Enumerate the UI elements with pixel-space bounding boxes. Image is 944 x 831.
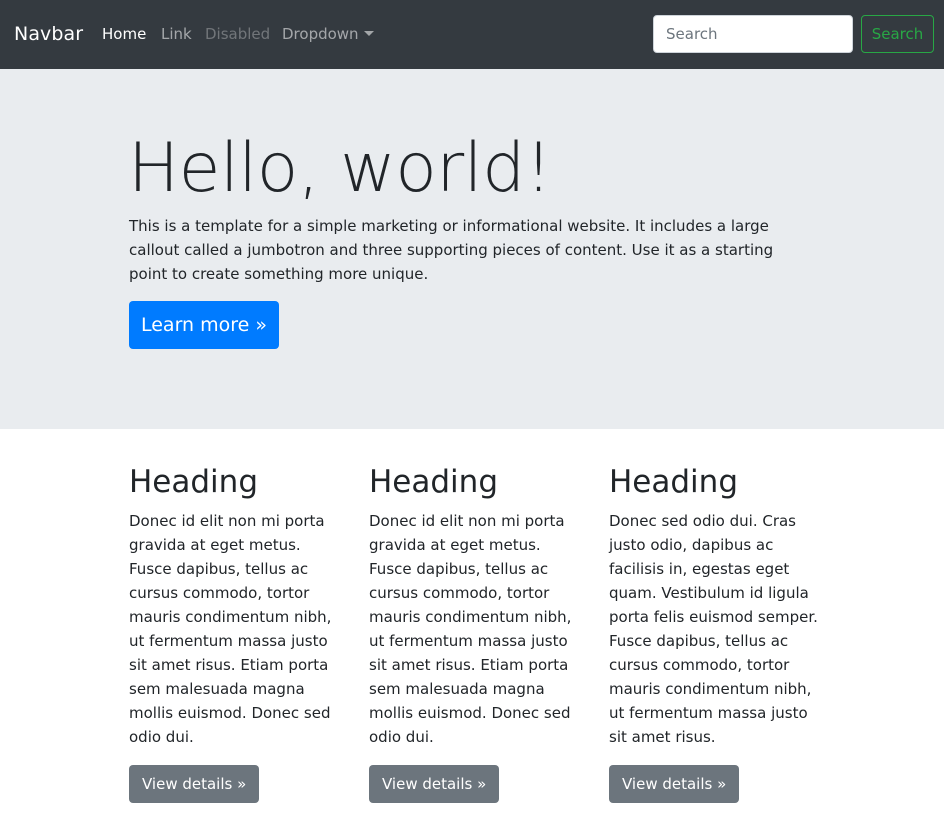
column-heading: Heading (609, 464, 738, 500)
content-column-3: Heading Donec sed odio dui. Cras justo o… (609, 458, 824, 803)
navbar: Navbar Home Link Disabled Dropdown Searc… (0, 0, 944, 69)
view-details-button[interactable]: View details » (129, 765, 260, 803)
nav-dropdown-toggle[interactable]: Dropdown (282, 25, 374, 44)
content-column-1: Heading Donec id elit non mi porta gravi… (129, 458, 344, 803)
search-input[interactable] (653, 15, 853, 53)
jumbotron-title: Hello, world! (128, 129, 552, 208)
nav-link-home[interactable]: Home (102, 25, 146, 44)
view-details-button[interactable]: View details » (609, 765, 740, 803)
nav-dropdown-label: Dropdown (282, 25, 359, 43)
nav-link-disabled: Disabled (205, 25, 271, 43)
navbar-brand[interactable]: Navbar (14, 22, 83, 46)
column-text: Donec sed odio dui. Cras justo odio, dap… (609, 512, 818, 746)
column-heading: Heading (129, 464, 258, 500)
column-heading: Heading (369, 464, 498, 500)
jumbotron: Hello, world! This is a template for a s… (0, 69, 944, 429)
view-details-button[interactable]: View details » (369, 765, 500, 803)
learn-more-button[interactable]: Learn more » (129, 301, 279, 349)
jumbotron-text: This is a template for a simple marketin… (129, 217, 774, 283)
column-text: Donec id elit non mi porta gravida at eg… (369, 512, 572, 746)
content-column-2: Heading Donec id elit non mi porta gravi… (369, 458, 584, 803)
nav-link-link[interactable]: Link (161, 25, 192, 44)
caret-down-icon (363, 31, 374, 36)
search-button[interactable]: Search (861, 15, 934, 53)
column-text: Donec id elit non mi porta gravida at eg… (129, 512, 332, 746)
